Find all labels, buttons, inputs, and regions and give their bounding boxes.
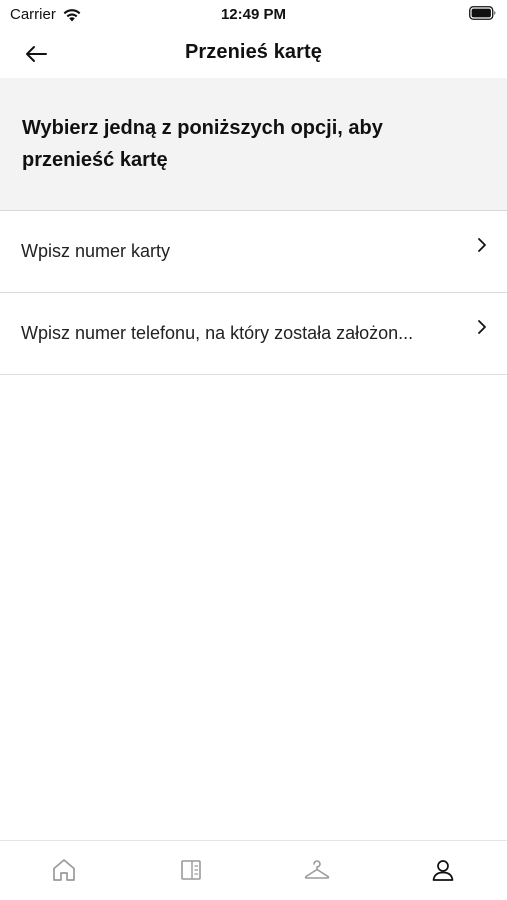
chevron-right-icon — [478, 238, 486, 252]
status-time: 12:49 PM — [220, 6, 287, 23]
tab-home[interactable] — [49, 855, 79, 885]
tab-hanger[interactable] — [302, 855, 332, 885]
chevron-right-icon — [478, 320, 486, 334]
option-phone-number[interactable]: Wpisz numer telefonu, na który została z… — [0, 293, 507, 375]
catalog-icon — [181, 860, 201, 880]
page-title: Przenieś kartę — [184, 41, 323, 63]
battery-icon — [469, 6, 496, 20]
status-bar: Carrier 12:49 PM — [0, 0, 507, 30]
profile-icon — [432, 860, 454, 881]
tab-bar — [0, 840, 507, 900]
home-icon — [53, 859, 75, 881]
instruction-header: Wybierz jedną z poniższych opcji, aby pr… — [0, 78, 507, 211]
option-label: Wpisz numer telefonu, na który została z… — [21, 323, 414, 343]
option-card-number[interactable]: Wpisz numer karty — [0, 211, 507, 293]
hanger-icon — [304, 860, 330, 879]
tab-catalog[interactable] — [176, 855, 206, 885]
option-label: Wpisz numer karty — [21, 241, 171, 261]
tab-profile[interactable] — [428, 855, 458, 885]
instruction-text: Wybierz jedną z poniższych opcji, aby pr… — [22, 117, 383, 171]
navigation-bar: Przenieś kartę — [0, 30, 507, 78]
